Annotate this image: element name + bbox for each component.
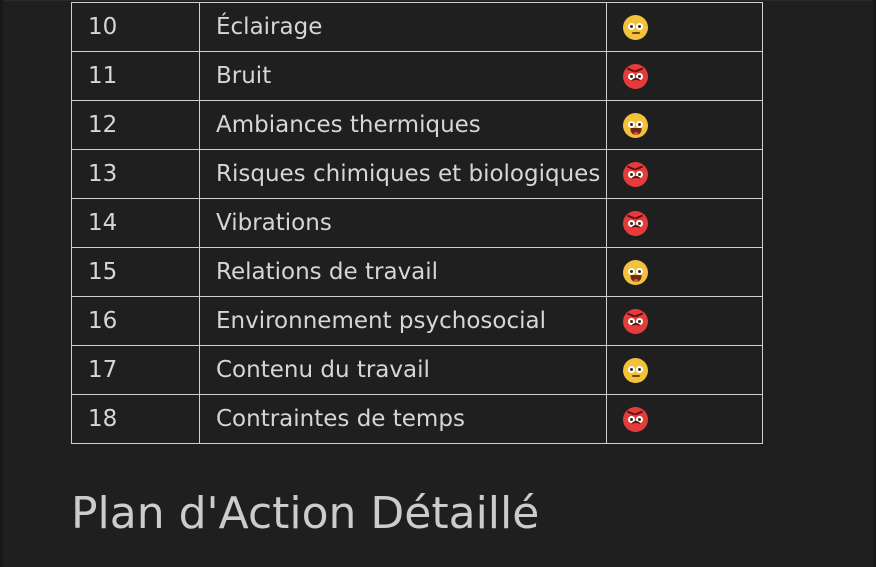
editor-preview-pane: 10 Éclairage 11 Bruit 12 Ambiances therm… [0, 0, 876, 567]
table-row: 16 Environnement psychosocial [71, 296, 763, 346]
section-heading: Plan d'Action Détaillé [71, 488, 540, 539]
table-row: 14 Vibrations [71, 198, 763, 248]
row-label: Environnement psychosocial [199, 296, 607, 346]
table-row: 13 Risques chimiques et biologiques [71, 149, 763, 199]
angry-face-icon [623, 211, 648, 236]
row-label: Éclairage [199, 2, 607, 52]
table-row: 12 Ambiances thermiques [71, 100, 763, 150]
top-divider [0, 0, 876, 1]
row-label: Ambiances thermiques [199, 100, 607, 150]
row-label: Relations de travail [199, 247, 607, 297]
angry-face-icon [623, 64, 648, 89]
row-rating [606, 296, 763, 346]
row-label: Contenu du travail [199, 345, 607, 395]
row-number: 14 [71, 198, 200, 248]
row-rating [606, 100, 763, 150]
row-rating [606, 149, 763, 199]
table-row: 17 Contenu du travail [71, 345, 763, 395]
angry-face-icon [623, 309, 648, 334]
table-row: 10 Éclairage [71, 2, 763, 52]
left-edge [0, 0, 3, 567]
row-rating [606, 198, 763, 248]
row-label: Bruit [199, 51, 607, 101]
row-number: 12 [71, 100, 200, 150]
row-label: Vibrations [199, 198, 607, 248]
table-row: 11 Bruit [71, 51, 763, 101]
row-number: 13 [71, 149, 200, 199]
document-content: 10 Éclairage 11 Bruit 12 Ambiances therm… [71, 2, 763, 444]
neutral-face-icon [623, 15, 648, 40]
angry-face-icon [623, 162, 648, 187]
row-label: Risques chimiques et biologiques [199, 149, 607, 199]
table-row: 18 Contraintes de temps [71, 394, 763, 444]
neutral-face-icon [623, 358, 648, 383]
row-number: 11 [71, 51, 200, 101]
row-number: 16 [71, 296, 200, 346]
happy-face-icon [623, 260, 648, 285]
angry-face-icon [623, 407, 648, 432]
row-rating [606, 345, 763, 395]
table-row: 15 Relations de travail [71, 247, 763, 297]
happy-face-icon [623, 113, 648, 138]
row-number: 18 [71, 394, 200, 444]
row-rating [606, 51, 763, 101]
row-label: Contraintes de temps [199, 394, 607, 444]
row-number: 15 [71, 247, 200, 297]
row-rating [606, 247, 763, 297]
risk-rating-table: 10 Éclairage 11 Bruit 12 Ambiances therm… [71, 2, 763, 444]
row-number: 17 [71, 345, 200, 395]
row-rating [606, 2, 763, 52]
row-number: 10 [71, 2, 200, 52]
row-rating [606, 394, 763, 444]
